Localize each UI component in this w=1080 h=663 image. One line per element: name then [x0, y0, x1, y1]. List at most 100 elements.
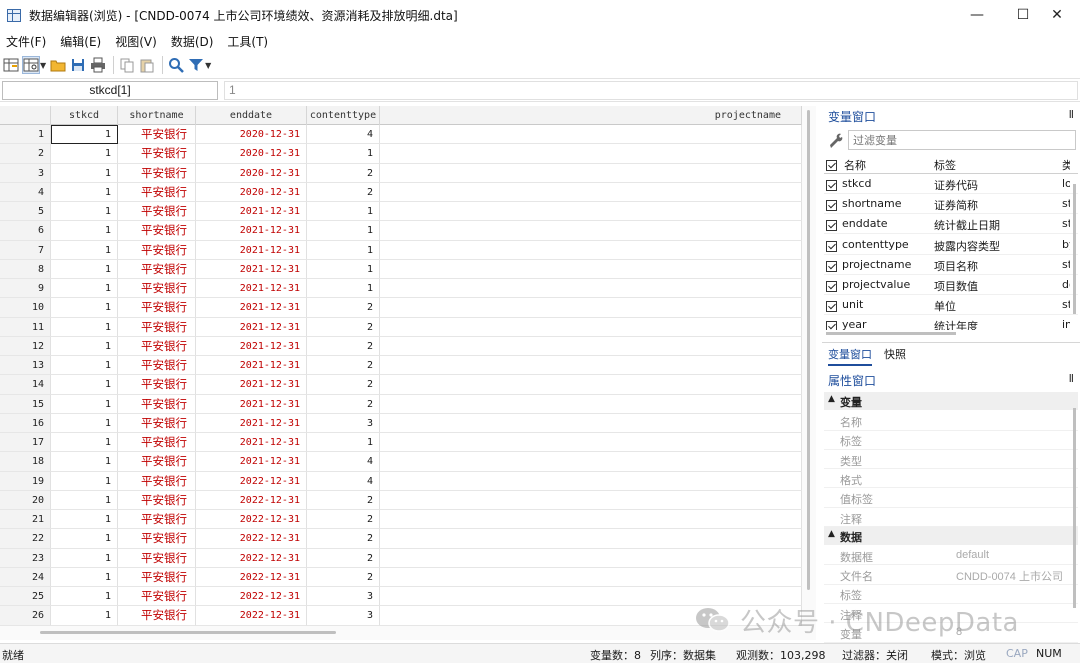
cell-enddate[interactable]: 2022-12-31 — [196, 606, 307, 626]
cell-enddate[interactable]: 2020-12-31 — [196, 163, 307, 183]
cell-enddate[interactable]: 2021-12-31 — [196, 336, 307, 356]
cell-stkcd[interactable]: 1 — [51, 356, 118, 376]
variables-scrollbar-thumb[interactable] — [1073, 184, 1076, 314]
scrollbar-thumb[interactable] — [807, 110, 810, 590]
row-number-cell[interactable]: 10 — [0, 298, 51, 318]
type-column-header[interactable]: 类 — [1062, 157, 1070, 173]
cell-projectname[interactable] — [380, 144, 802, 164]
cell-shortname[interactable]: 平安银行 — [118, 433, 196, 453]
filter-dropdown-icon[interactable]: ▼ — [205, 61, 211, 70]
grid-vertical-scrollbar[interactable] — [802, 106, 816, 626]
cell-contenttype[interactable]: 4 — [307, 471, 380, 491]
cell-shortname[interactable]: 平安银行 — [118, 510, 196, 530]
cell-value-input[interactable]: 1 — [224, 81, 1078, 100]
cell-enddate[interactable]: 2021-12-31 — [196, 259, 307, 279]
cell-contenttype[interactable]: 2 — [307, 336, 380, 356]
cell-projectname[interactable] — [380, 182, 802, 202]
cell-enddate[interactable]: 2021-12-31 — [196, 433, 307, 453]
cell-contenttype[interactable]: 2 — [307, 548, 380, 568]
cell-enddate[interactable]: 2021-12-31 — [196, 279, 307, 299]
row-number-cell[interactable]: 1 — [0, 125, 51, 145]
cell-contenttype[interactable]: 1 — [307, 433, 380, 453]
row-number-cell[interactable]: 4 — [0, 182, 51, 202]
row-number-cell[interactable]: 20 — [0, 490, 51, 510]
cell-projectname[interactable] — [380, 471, 802, 491]
row-number-cell[interactable]: 2 — [0, 144, 51, 164]
cell-stkcd[interactable]: 1 — [51, 394, 118, 414]
cell-projectname[interactable] — [380, 606, 802, 626]
cell-stkcd[interactable]: 1 — [51, 317, 118, 337]
variable-row[interactable]: year 统计年度 in — [824, 315, 1078, 330]
cell-stkcd[interactable]: 1 — [51, 510, 118, 530]
cell-contenttype[interactable]: 1 — [307, 144, 380, 164]
cell-stkcd[interactable]: 1 — [51, 182, 118, 202]
cell-enddate[interactable]: 2022-12-31 — [196, 587, 307, 607]
cell-projectname[interactable] — [380, 413, 802, 433]
cell-stkcd[interactable]: 1 — [51, 259, 118, 279]
variable-row[interactable]: unit 单位 st — [824, 295, 1078, 316]
cell-stkcd[interactable]: 1 — [51, 221, 118, 241]
cell-stkcd[interactable]: 1 — [51, 413, 118, 433]
cell-contenttype[interactable]: 1 — [307, 221, 380, 241]
grid-horizontal-scrollbar[interactable] — [0, 626, 816, 640]
cell-shortname[interactable]: 平安银行 — [118, 336, 196, 356]
property-section[interactable]: ▲ 变量 — [824, 392, 1078, 410]
cell-contenttype[interactable]: 1 — [307, 279, 380, 299]
menu-tools[interactable]: 工具(T) — [227, 33, 268, 50]
cell-contenttype[interactable]: 2 — [307, 394, 380, 414]
column-header-contenttype[interactable]: contenttype — [307, 106, 380, 125]
cell-projectname[interactable] — [380, 279, 802, 299]
cell-shortname[interactable]: 平安银行 — [118, 413, 196, 433]
cell-shortname[interactable]: 平安银行 — [118, 259, 196, 279]
variable-row[interactable]: contenttype 披露内容类型 by — [824, 235, 1078, 255]
cell-projectname[interactable] — [380, 125, 802, 145]
cell-contenttype[interactable]: 4 — [307, 452, 380, 472]
collapse-icon[interactable]: ▲ — [828, 394, 835, 404]
cell-stkcd[interactable]: 1 — [51, 336, 118, 356]
row-number-cell[interactable]: 21 — [0, 510, 51, 530]
cell-projectname[interactable] — [380, 240, 802, 260]
cell-shortname[interactable]: 平安银行 — [118, 606, 196, 626]
row-number-cell[interactable]: 18 — [0, 452, 51, 472]
cell-enddate[interactable]: 2022-12-31 — [196, 548, 307, 568]
row-number-cell[interactable]: 19 — [0, 471, 51, 491]
row-number-cell[interactable]: 5 — [0, 202, 51, 222]
cell-enddate[interactable]: 2022-12-31 — [196, 529, 307, 549]
menu-view[interactable]: 视图(V) — [115, 33, 157, 50]
cell-shortname[interactable]: 平安银行 — [118, 317, 196, 337]
property-row[interactable]: 名称 — [824, 411, 1078, 431]
cell-projectname[interactable] — [380, 375, 802, 395]
cell-stkcd[interactable]: 1 — [51, 567, 118, 587]
property-row[interactable]: 数据框 default — [824, 546, 1078, 566]
column-header-shortname[interactable]: shortname — [118, 106, 196, 125]
cell-enddate[interactable]: 2020-12-31 — [196, 144, 307, 164]
row-number-cell[interactable]: 26 — [0, 606, 51, 626]
cell-contenttype[interactable]: 2 — [307, 375, 380, 395]
cell-shortname[interactable]: 平安银行 — [118, 490, 196, 510]
cell-projectname[interactable] — [380, 529, 802, 549]
cell-shortname[interactable]: 平安银行 — [118, 163, 196, 183]
copy-button[interactable] — [118, 56, 136, 74]
find-button[interactable] — [167, 56, 185, 74]
cell-projectname[interactable] — [380, 433, 802, 453]
cell-enddate[interactable]: 2021-12-31 — [196, 317, 307, 337]
cell-stkcd[interactable]: 1 — [51, 490, 118, 510]
cell-contenttype[interactable]: 3 — [307, 413, 380, 433]
column-header-enddate[interactable]: enddate — [196, 106, 307, 125]
row-number-header[interactable] — [0, 106, 51, 125]
cell-projectname[interactable] — [380, 356, 802, 376]
cell-shortname[interactable]: 平安银行 — [118, 182, 196, 202]
cell-contenttype[interactable]: 2 — [307, 490, 380, 510]
cell-contenttype[interactable]: 2 — [307, 163, 380, 183]
cell-enddate[interactable]: 2021-12-31 — [196, 202, 307, 222]
cell-enddate[interactable]: 2022-12-31 — [196, 567, 307, 587]
cell-contenttype[interactable]: 2 — [307, 510, 380, 530]
cell-stkcd[interactable]: 1 — [51, 471, 118, 491]
column-header-projectname[interactable]: projectname — [380, 106, 802, 125]
cell-stkcd[interactable]: 1 — [51, 144, 118, 164]
cell-stkcd[interactable]: 1 — [51, 240, 118, 260]
cell-contenttype[interactable]: 4 — [307, 125, 380, 145]
name-column-header[interactable]: 名称 — [844, 157, 866, 173]
print-button[interactable] — [89, 56, 107, 74]
cell-projectname[interactable] — [380, 548, 802, 568]
